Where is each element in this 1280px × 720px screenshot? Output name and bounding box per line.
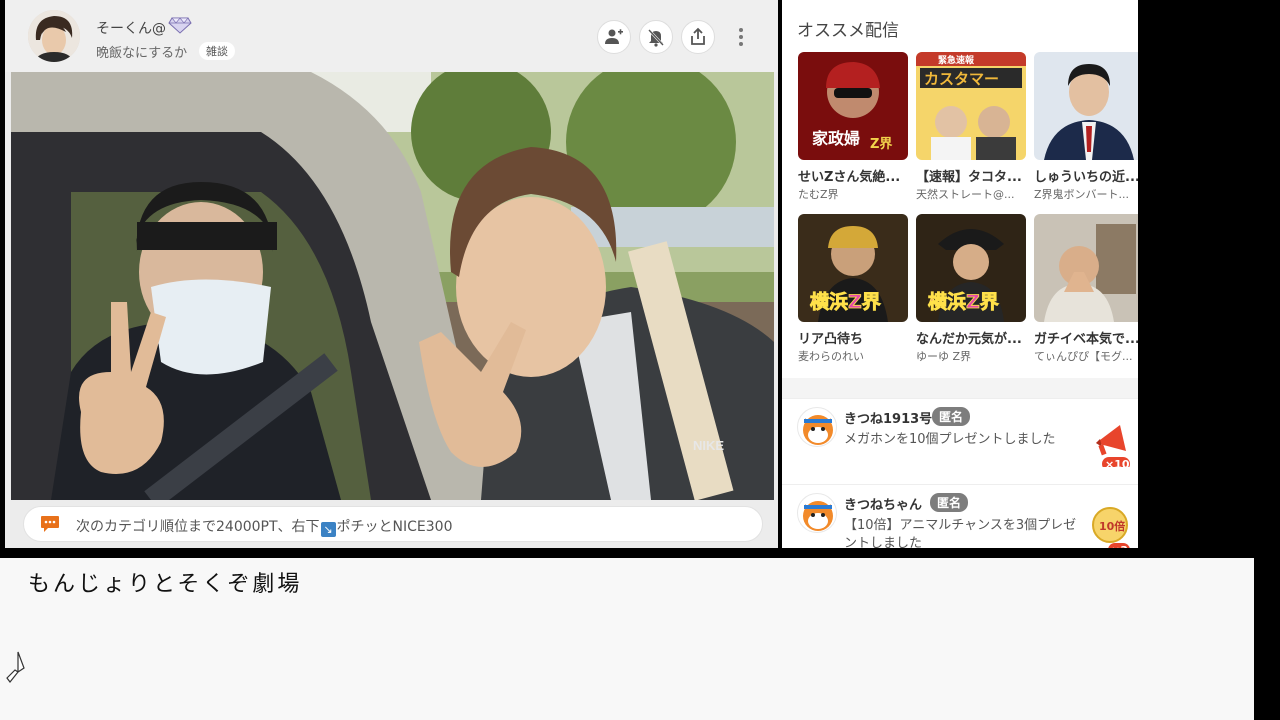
recommend-title: 【速報】タコタ... xyxy=(916,170,1022,185)
diamond-rank-icon xyxy=(168,17,192,34)
sidebar-panel: オススメ配信 家政婦 Z界 せいZさん気絶... たむZ界 緊急速報 カスタマー… xyxy=(782,0,1138,548)
streamer-avatar[interactable] xyxy=(28,10,80,62)
recommend-streamer: てぃんぴぴ【モグ... xyxy=(1034,350,1133,363)
more-dot-icon xyxy=(739,35,743,39)
more-dot-icon xyxy=(739,42,743,46)
recommend-card[interactable]: 横浜Z界 なんだか元気が... ゆーゆ Z界 xyxy=(916,214,1026,364)
thumb-text: カスタマー xyxy=(924,70,999,88)
follow-button[interactable] xyxy=(597,20,631,54)
recommend-thumbnail: 横浜Z界 xyxy=(916,214,1026,322)
thumb-text: 横浜Z界 xyxy=(810,290,881,313)
gift-feed-item[interactable]: きつね1913号 匿名 メガホンを10個プレゼントしました ×10 xyxy=(782,398,1138,484)
gift-message: 【10倍】アニマルチャンスを3個プレゼントしました xyxy=(844,518,1077,548)
gifter-name: きつね1913号 xyxy=(844,412,933,427)
thumb-text: Z界 xyxy=(870,136,892,152)
recommend-streamer: Z界鬼ボンバート... xyxy=(1034,188,1130,201)
notification-toggle-button[interactable] xyxy=(639,20,673,54)
gift-feed-item[interactable]: きつねちゃん 匿名 【10倍】アニマルチャンスを3個プレゼントしました 10倍 … xyxy=(782,484,1138,548)
add-user-icon xyxy=(605,29,623,44)
recommend-streamer: 天然ストレート@... xyxy=(916,188,1015,201)
more-dot-icon xyxy=(739,28,743,32)
thumb-text: 家政婦 xyxy=(812,129,860,148)
recommend-streamer: 麦わらのれい xyxy=(798,350,864,363)
section-divider xyxy=(782,378,1138,398)
fox-avatar xyxy=(797,493,837,533)
streamer-name[interactable]: そーくん@ xyxy=(96,18,166,38)
screen: そーくん@ 晩飯なにするか 雑談 NIKE 次のカテゴリ順位まで24000PT、… xyxy=(0,0,1280,720)
ticker-text-after: ポチッとNICE300 xyxy=(336,519,453,535)
svg-text:NIKE: NIKE xyxy=(693,438,724,453)
announcement-ticker[interactable]: 次のカテゴリ順位まで24000PT、右下 ↘ ポチッとNICE300 xyxy=(23,506,763,542)
recommend-title: リア凸待ち xyxy=(798,332,864,347)
video-player[interactable]: NIKE xyxy=(11,72,774,500)
share-icon xyxy=(691,27,705,45)
recommend-thumbnail: 緊急速報 カスタマー xyxy=(916,52,1026,160)
chat-bubble-icon xyxy=(41,516,59,532)
recommend-card[interactable]: 横浜Z界 リア凸待ち 麦わらのれい xyxy=(798,214,908,364)
recommend-card[interactable]: しゅういちの近... Z界鬼ボンバート... xyxy=(1034,52,1138,202)
fox-avatar xyxy=(797,407,837,447)
gift-count: ×10 xyxy=(1105,458,1130,467)
recommend-card[interactable]: ガチイベ本気で... てぃんぴぴ【モグ... xyxy=(1034,214,1138,364)
recommend-title: せいZさん気絶... xyxy=(798,170,901,185)
recommend-thumbnail: 横浜Z界 xyxy=(798,214,908,322)
stream-header: そーくん@ 晩飯なにするか 雑談 xyxy=(5,0,778,72)
mouse-cursor-icon xyxy=(6,651,25,683)
overlay-text-area: もんじょりとそくぞ劇場 xyxy=(0,558,1254,720)
thumb-text: 横浜Z界 xyxy=(928,290,999,313)
recommend-title: しゅういちの近... xyxy=(1034,170,1138,185)
animal-chance-gift-icon: 10倍 ×3 xyxy=(1092,507,1130,548)
recommend-thumbnail xyxy=(1034,214,1138,322)
megaphone-gift-icon: ×10 xyxy=(1096,425,1130,467)
recommend-title: ガチイベ本気で... xyxy=(1034,332,1138,347)
recommend-thumbnail xyxy=(1034,52,1138,160)
recommend-thumbnail: 家政婦 Z界 xyxy=(798,52,908,160)
stream-panel: そーくん@ 晩飯なにするか 雑談 NIKE 次のカテゴリ順位まで24000PT、… xyxy=(5,0,778,548)
more-options-button[interactable] xyxy=(731,22,751,52)
ticker-text: 次のカテゴリ順位まで24000PT、右下 ↘ ポチッとNICE300 xyxy=(76,516,452,537)
anonymous-badge: 匿名 xyxy=(930,493,969,512)
gift-count: ×3 xyxy=(1111,544,1128,548)
recommend-title: なんだか元気が... xyxy=(916,332,1022,347)
recommend-streamer: ゆーゆ Z界 xyxy=(916,350,972,363)
recommend-card[interactable]: 家政婦 Z界 せいZさん気絶... たむZ界 xyxy=(798,52,908,202)
gift-message: メガホンを10個プレゼントしました xyxy=(844,432,1056,447)
recommend-card[interactable]: 緊急速報 カスタマー 【速報】タコタ... 天然ストレート@... xyxy=(916,52,1026,202)
overlay-caption: もんじょりとそくぞ劇場 xyxy=(28,572,303,597)
thumb-text: 緊急速報 xyxy=(938,54,975,66)
recommend-heading: オススメ配信 xyxy=(797,21,899,41)
gifter-name: きつねちゃん xyxy=(844,498,923,513)
video-frame: NIKE xyxy=(11,72,774,500)
recommend-streamer: たむZ界 xyxy=(798,188,839,201)
gift-label: 10倍 xyxy=(1099,519,1125,533)
anonymous-badge: 匿名 xyxy=(932,407,971,426)
category-badge[interactable]: 雑談 xyxy=(199,42,235,60)
ticker-text-before: 次のカテゴリ順位まで24000PT、右下 xyxy=(76,519,320,535)
share-button[interactable] xyxy=(681,20,715,54)
stream-title: 晩飯なにするか xyxy=(96,46,188,61)
bell-off-icon xyxy=(648,29,664,47)
arrow-down-right-icon: ↘ xyxy=(320,522,336,537)
